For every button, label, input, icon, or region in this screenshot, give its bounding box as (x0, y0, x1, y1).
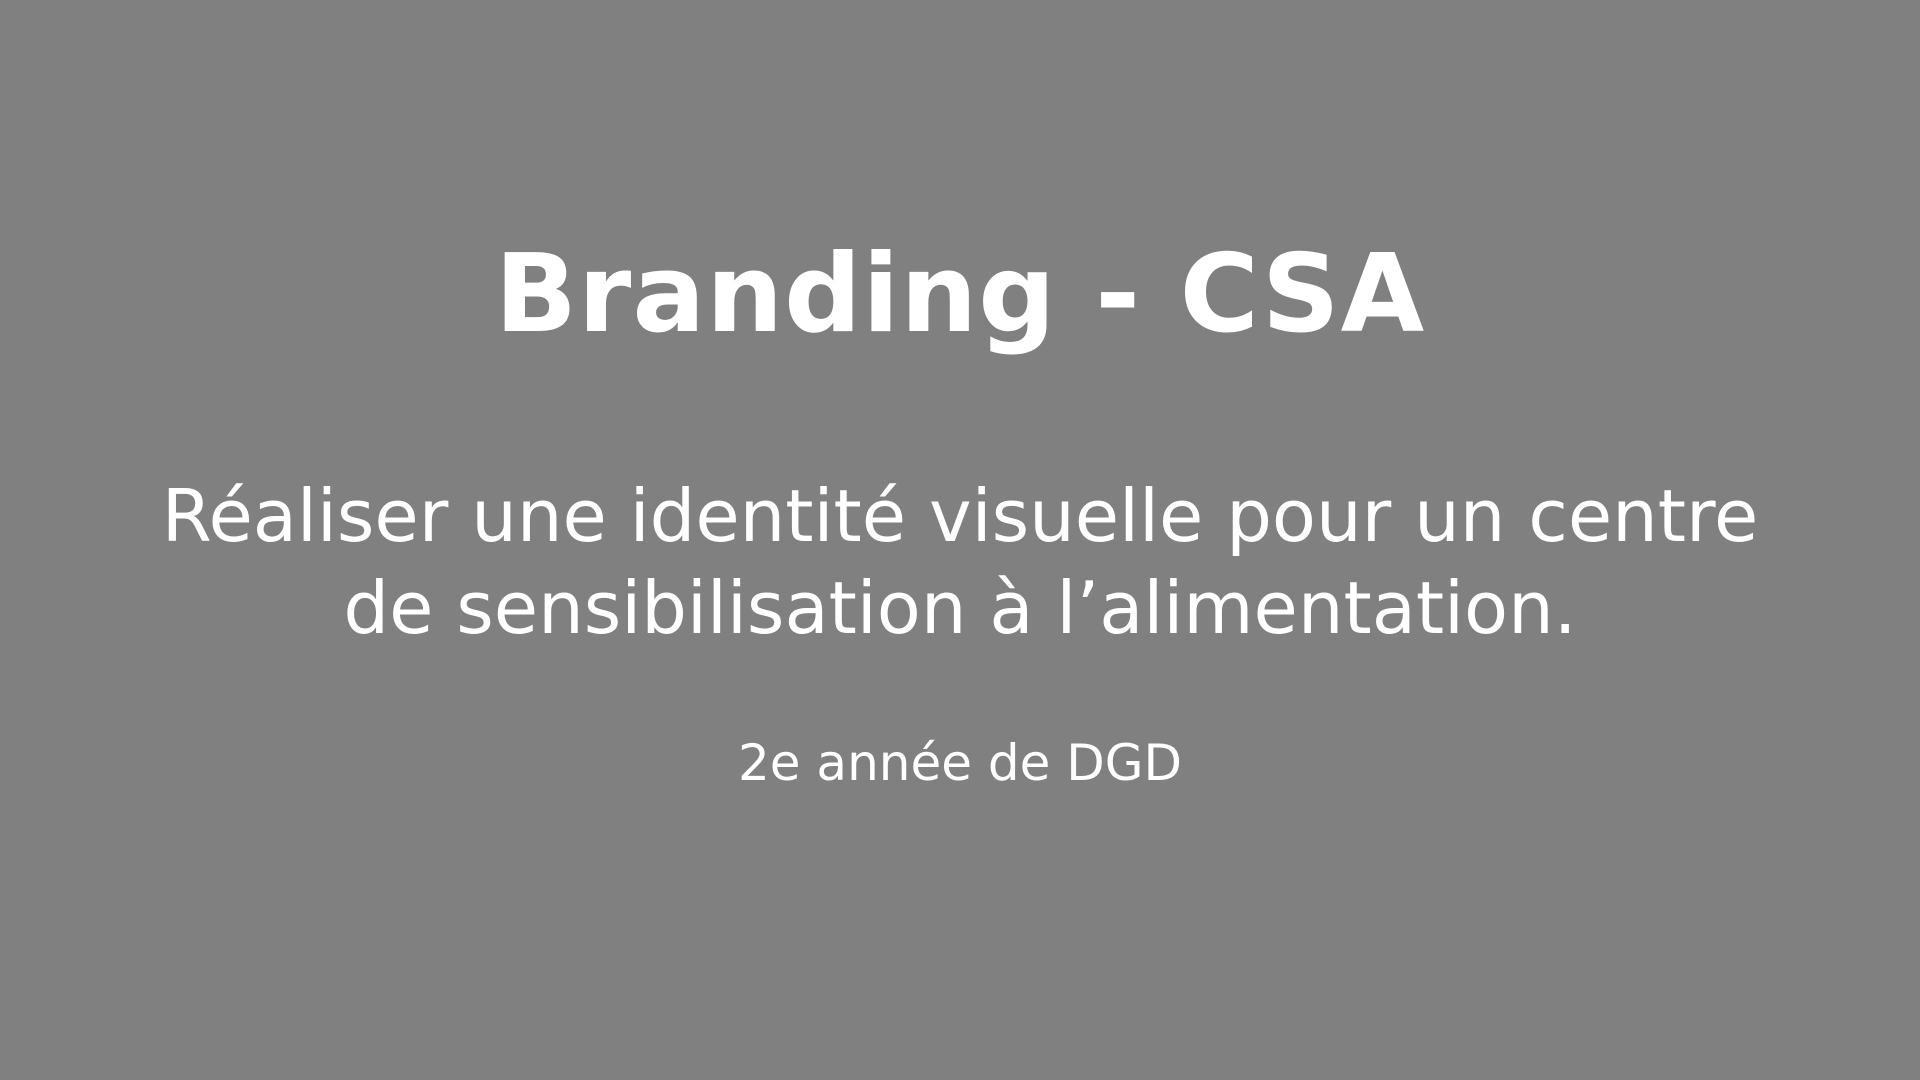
project-title: Branding - CSA (494, 232, 1426, 357)
project-description: Réaliser une identité visuelle pour un c… (110, 470, 1810, 654)
slide-canvas: Branding - CSA Réaliser une identité vis… (0, 0, 1920, 1080)
study-year-label: 2e année de DGD (737, 734, 1183, 792)
description-line: de sensibilisation à l’alimentation. (343, 566, 1577, 650)
description-line: Réaliser une identité visuelle pour un c… (161, 474, 1759, 558)
